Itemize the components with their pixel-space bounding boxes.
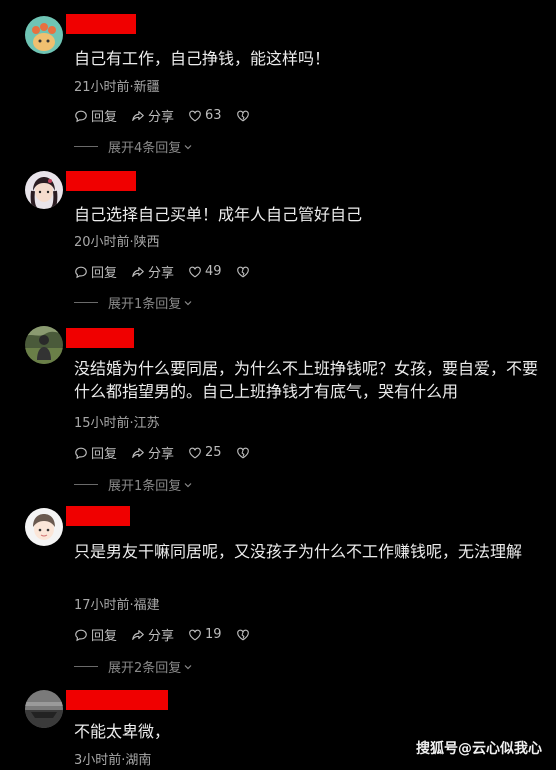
expand-label: 展开1条回复 [108, 297, 182, 312]
comment-meta: 21小时前·新疆 [74, 80, 160, 95]
like-count: 49 [205, 264, 222, 279]
comment-text: 没结婚为什么要同居，为什么不上班挣钱呢？女孩，要自爱，不要什么都指望男的。自己上… [74, 359, 539, 401]
reply-label: 回复 [91, 266, 118, 281]
broken-heart-icon [236, 110, 249, 121]
username-redacted [66, 171, 136, 191]
username-redacted [66, 690, 168, 710]
comment-meta: 17小时前·福建 [74, 598, 160, 613]
share-icon [132, 266, 144, 277]
broken-heart-icon [236, 266, 249, 277]
username-redacted [66, 328, 134, 348]
comment-actions: 回复 分享 49 [74, 262, 267, 281]
share-button[interactable]: 分享 [131, 262, 174, 281]
dislike-button[interactable] [236, 446, 253, 460]
broken-heart-icon [236, 447, 249, 458]
expand-replies[interactable]: 展开4条回复 [74, 137, 193, 156]
chevron-down-icon [184, 482, 192, 487]
heart-icon [189, 266, 201, 277]
reply-button[interactable]: 回复 [74, 262, 117, 281]
like-count: 63 [205, 108, 222, 123]
share-icon [132, 110, 144, 121]
share-label: 分享 [148, 629, 175, 644]
reply-button[interactable]: 回复 [74, 625, 117, 644]
avatar[interactable] [25, 16, 63, 54]
expand-replies[interactable]: 展开1条回复 [74, 475, 193, 494]
comment-text: 只是男友干嘛同居呢，又没孩子为什么不工作赚钱呢，无法理解 [74, 542, 523, 561]
expand-label: 展开1条回复 [108, 479, 182, 494]
comment-text: 自己选择自己买单！成年人自己管好自己 [74, 205, 363, 224]
share-label: 分享 [148, 110, 175, 125]
avatar[interactable] [25, 690, 63, 728]
heart-icon [189, 447, 201, 458]
watermark: 搜狐号@云心似我心 [416, 741, 542, 757]
share-label: 分享 [148, 266, 175, 281]
expand-label: 展开2条回复 [108, 661, 182, 676]
like-button[interactable]: 49 [188, 264, 222, 279]
reply-label: 回复 [91, 629, 118, 644]
share-icon [132, 629, 144, 640]
reply-icon [75, 110, 87, 122]
expand-replies[interactable]: 展开2条回复 [74, 657, 193, 676]
divider-line [74, 484, 98, 485]
share-icon [132, 447, 144, 458]
share-button[interactable]: 分享 [131, 106, 174, 125]
reply-label: 回复 [91, 447, 118, 462]
divider-line [74, 666, 98, 667]
dislike-button[interactable] [236, 109, 253, 123]
comment-meta: 20小时前·陕西 [74, 235, 160, 250]
comment-meta: 3小时前·湖南 [74, 753, 152, 768]
reply-icon [75, 266, 87, 278]
reply-button[interactable]: 回复 [74, 443, 117, 462]
comment-text: 自己有工作，自己挣钱，能这样吗！ [74, 49, 331, 68]
like-button[interactable]: 63 [188, 108, 222, 123]
avatar[interactable] [25, 326, 63, 364]
reply-button[interactable]: 回复 [74, 106, 117, 125]
username-redacted [66, 14, 136, 34]
divider-line [74, 302, 98, 303]
like-button[interactable]: 25 [188, 445, 222, 460]
reply-label: 回复 [91, 110, 118, 125]
heart-icon [189, 629, 201, 640]
share-button[interactable]: 分享 [131, 443, 174, 462]
like-count: 25 [205, 445, 222, 460]
expand-label: 展开4条回复 [108, 141, 182, 156]
heart-icon [189, 110, 201, 121]
reply-icon [75, 629, 87, 641]
like-count: 19 [205, 627, 222, 642]
chevron-down-icon [184, 144, 192, 149]
dislike-button[interactable] [236, 265, 253, 279]
expand-replies[interactable]: 展开1条回复 [74, 293, 193, 312]
chevron-down-icon [184, 664, 192, 669]
avatar[interactable] [25, 171, 63, 209]
like-button[interactable]: 19 [188, 627, 222, 642]
broken-heart-icon [236, 629, 249, 640]
comment-actions: 回复 分享 25 [74, 443, 267, 462]
chevron-down-icon [184, 300, 192, 305]
dislike-button[interactable] [236, 628, 253, 642]
share-label: 分享 [148, 447, 175, 462]
comment-actions: 回复 分享 63 [74, 106, 267, 125]
comment-actions: 回复 分享 19 [74, 625, 267, 644]
avatar[interactable] [25, 508, 63, 546]
comment-meta: 15小时前·江苏 [74, 416, 160, 431]
divider-line [74, 146, 98, 147]
username-redacted [66, 506, 130, 526]
reply-icon [75, 447, 87, 459]
share-button[interactable]: 分享 [131, 625, 174, 644]
